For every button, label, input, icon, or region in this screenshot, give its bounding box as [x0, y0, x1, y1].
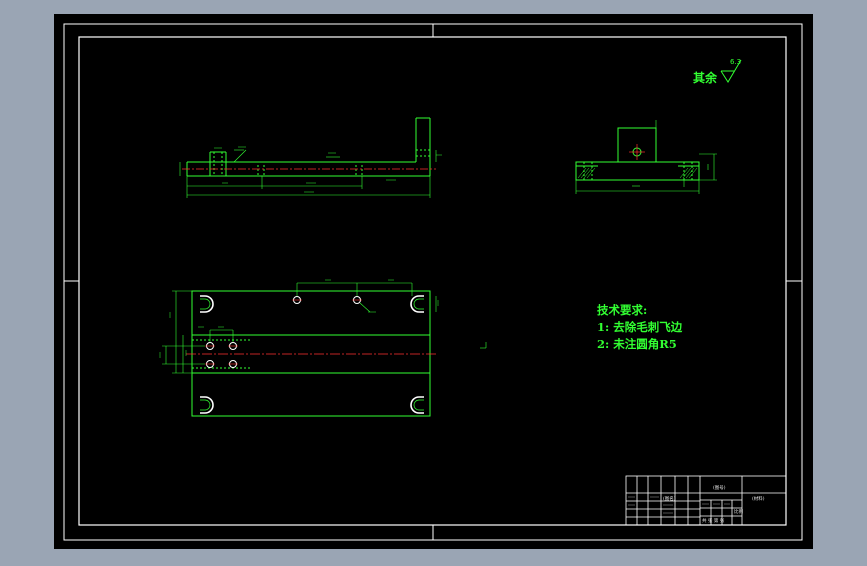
drawing-sheet [54, 14, 813, 549]
tech-requirements-title: 技术要求: [597, 303, 648, 317]
tech-requirement-item: 2: 未注圆角R5 [597, 337, 677, 351]
drawing-canvas [54, 14, 813, 549]
cad-drawing-viewport[interactable]: 其余 6.3 技术要求: 1: 去除毛刺飞边 2: 未注圆角R5 (图号) (材… [0, 0, 867, 562]
title-block-material: (材料) [752, 497, 765, 502]
title-block-scale: 比例 [734, 510, 743, 515]
roughness-remaining-label: 其余 [693, 71, 718, 85]
tech-requirement-item: 1: 去除毛刺飞边 [597, 320, 683, 334]
title-block-part-name: (图名) [663, 497, 676, 502]
roughness-value: 6.3 [730, 58, 742, 66]
title-block-drawing-no: (图号) [713, 486, 726, 491]
title-block-sheet: 共 张 第 张 [702, 519, 725, 524]
